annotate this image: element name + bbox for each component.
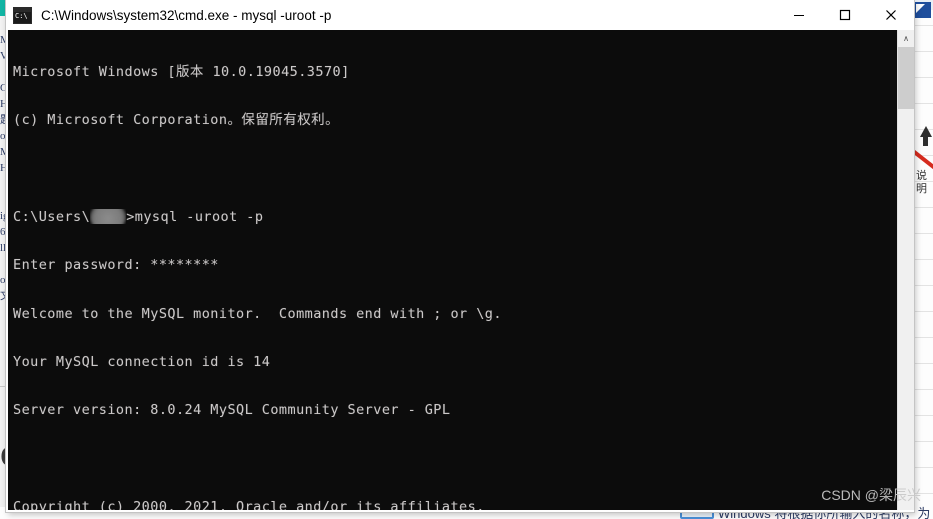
console-text-block: Microsoft Windows [版本 10.0.19045.3570] (… <box>13 32 682 510</box>
minimize-icon <box>794 15 804 16</box>
prompt-path-prefix: C:\Users\ <box>13 209 91 226</box>
password-prompt-label: Enter password: <box>13 257 151 274</box>
console-line: Server version: 8.0.24 MySQL Community S… <box>13 402 451 419</box>
background-right-panel <box>912 0 933 519</box>
window-title: C:\Windows\system32\cmd.exe - mysql -uro… <box>41 7 332 23</box>
window-controls <box>776 0 914 30</box>
cmd-console-icon: C:\ <box>13 6 32 24</box>
background-up-arrow-stem <box>923 136 928 146</box>
console-line-prompt-path: C:\Users\ >mysql -uroot -p <box>13 209 682 225</box>
scrollbar-up-button[interactable]: ∧ <box>898 30 914 47</box>
console-output-area[interactable]: Microsoft Windows [版本 10.0.19045.3570] (… <box>8 30 912 510</box>
minimize-button[interactable] <box>776 0 822 30</box>
background-vertical-text: 说明 <box>916 170 927 195</box>
close-icon <box>886 10 896 20</box>
background-grid-lines <box>912 0 933 519</box>
screenshot-root: M V( C H 题 o MB HO ig 6' lle o 文 Q 说明 Wi… <box>0 0 933 519</box>
background-blue-icon <box>914 2 931 18</box>
console-line: Copyright (c) 2000, 2021, Oracle and/or … <box>13 498 485 510</box>
console-line-password: Enter password: ******** <box>13 257 682 273</box>
redacted-username <box>90 209 126 224</box>
console-line: Your MySQL connection id is 14 <box>13 353 271 370</box>
console-line: Microsoft Windows [版本 10.0.19045.3570] <box>13 64 350 81</box>
maximize-icon <box>839 9 851 21</box>
scrollbar-thumb[interactable] <box>898 47 914 109</box>
close-button[interactable] <box>868 0 914 30</box>
password-masked-value: ******** <box>150 257 219 274</box>
window-titlebar[interactable]: C:\ C:\Windows\system32\cmd.exe - mysql … <box>6 0 914 30</box>
cmd-window: C:\ C:\Windows\system32\cmd.exe - mysql … <box>6 0 914 512</box>
console-line: Welcome to the MySQL monitor. Commands e… <box>13 305 502 322</box>
console-line: (c) Microsoft Corporation。保留所有权利。 <box>13 112 340 129</box>
console-scrollbar[interactable]: ∧ <box>897 30 914 510</box>
prompt-path-suffix: >mysql -uroot -p <box>126 209 264 226</box>
maximize-button[interactable] <box>822 0 868 30</box>
